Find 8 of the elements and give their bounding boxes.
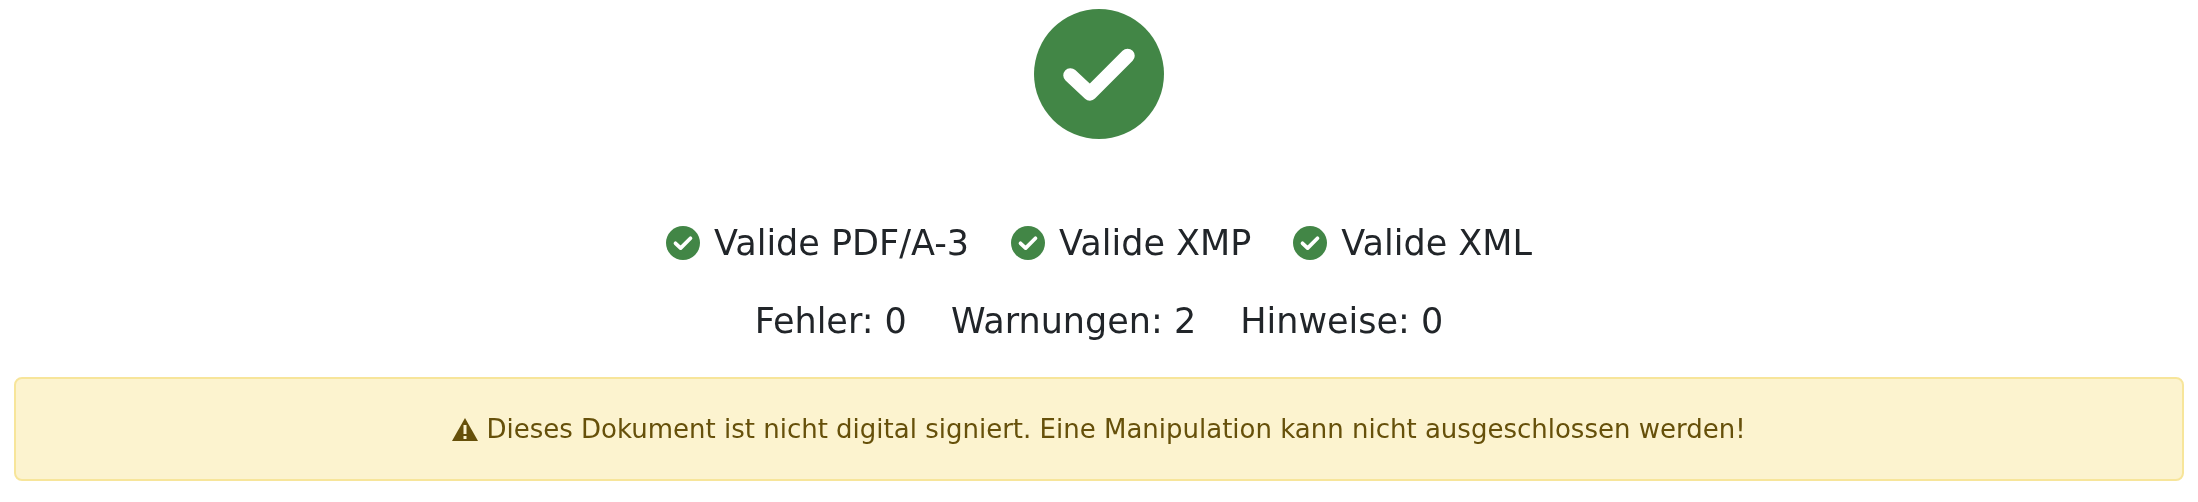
- warning-text: Dieses Dokument ist nicht digital signiert. Eine Manipulation kann nicht ausgeschlossen werden!: [486, 414, 1746, 444]
- check-label: Valide XMP: [1059, 223, 1252, 263]
- check-label: Valide PDF/A-3: [714, 223, 970, 263]
- count-text: Hinweise: 0: [1240, 301, 1444, 341]
- check-label: Valide XML: [1341, 223, 1532, 263]
- count-text: Fehler: 0: [754, 301, 907, 341]
- warning-icon: [452, 417, 479, 441]
- count-text: Warnungen: 2: [950, 301, 1197, 341]
